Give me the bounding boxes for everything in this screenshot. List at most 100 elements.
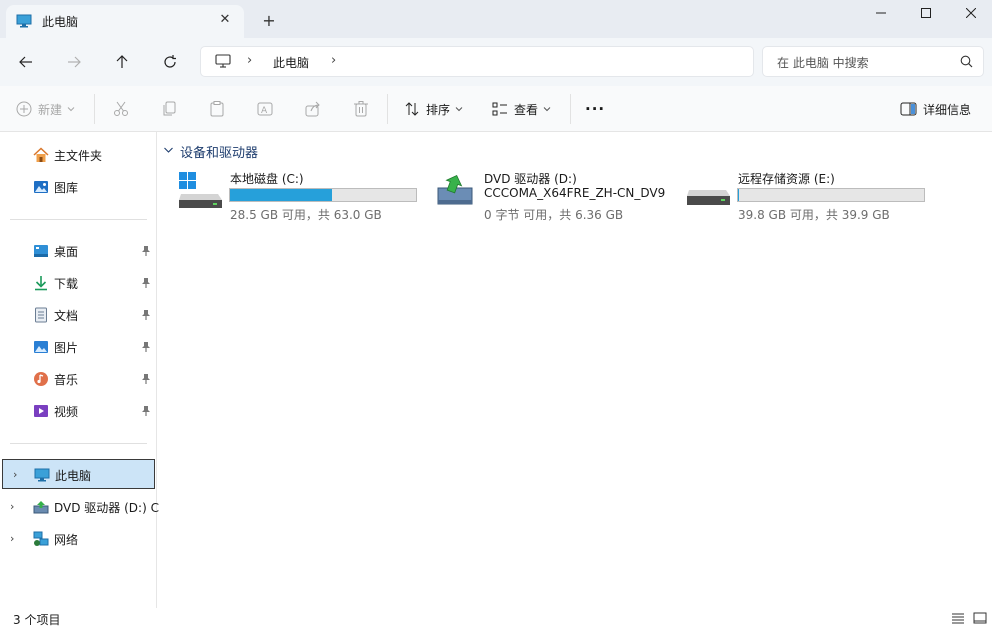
maximize-button[interactable] [903, 0, 949, 26]
pin-icon[interactable] [141, 405, 151, 417]
search-icon [960, 55, 973, 68]
sidebar-item-label: 图库 [54, 181, 79, 195]
chevron-right-icon[interactable]: › [13, 468, 17, 481]
sidebar-item-label: 图片 [54, 341, 79, 355]
music-icon [34, 372, 48, 386]
sort-icon [405, 102, 419, 116]
monitor-icon [16, 14, 32, 28]
new-button[interactable]: 新建 [16, 98, 76, 120]
details-label: 详细信息 [923, 102, 972, 117]
refresh-button[interactable] [157, 50, 183, 74]
sidebar-item-label: 视频 [54, 405, 79, 419]
navigation-bar: › 此电脑 › 在 此电脑 中搜索 [0, 38, 992, 86]
command-bar: 新建 A 排序 查看 ··· 详细信息 [0, 86, 992, 132]
sort-button[interactable]: 排序 [404, 98, 464, 120]
trash-icon [354, 101, 368, 117]
refresh-icon [164, 55, 176, 68]
windows-drive-icon [179, 172, 222, 208]
drive-c[interactable]: 本地磁盘 (C:) 28.5 GB 可用，共 63.0 GB [178, 168, 428, 224]
close-tab-button[interactable]: ✕ [216, 11, 234, 29]
search-box[interactable]: 在 此电脑 中搜索 [762, 46, 984, 77]
sidebar-item-downloads[interactable]: 下载 [0, 268, 157, 298]
pictures-icon [34, 341, 48, 353]
pin-icon[interactable] [141, 245, 151, 257]
network-icon [33, 531, 49, 546]
rename-button[interactable]: A [256, 98, 274, 120]
plus-circle-icon [16, 101, 32, 117]
minimize-button[interactable] [858, 0, 904, 26]
new-tab-button[interactable]: + [258, 10, 280, 32]
drive-volume-label: CCCOMA_X64FRE_ZH-CN_DV9 [484, 186, 666, 200]
clipboard-icon [210, 101, 224, 117]
share-button[interactable] [304, 98, 322, 120]
divider [10, 219, 147, 220]
details-view-icon[interactable] [950, 611, 966, 625]
drive-usage-fill [230, 189, 332, 201]
drive-space-info: 28.5 GB 可用，共 63.0 GB [230, 208, 382, 222]
pin-icon[interactable] [141, 277, 151, 289]
forward-button[interactable] [61, 50, 87, 74]
sidebar-item-label: 此电脑 [55, 469, 92, 483]
arrow-left-icon [19, 56, 32, 68]
drive-name: 本地磁盘 (C:) [230, 172, 304, 186]
pin-icon[interactable] [141, 309, 151, 321]
more-options-button[interactable]: ··· [585, 98, 605, 120]
documents-icon [35, 307, 47, 323]
sidebar-item-home[interactable]: 主文件夹 [0, 140, 157, 170]
breadcrumb-chevron-icon[interactable]: › [247, 53, 252, 68]
chevron-down-icon [164, 147, 173, 153]
sidebar-item-label: 音乐 [54, 373, 79, 387]
sidebar-item-gallery[interactable]: 图库 [0, 172, 157, 202]
drive-space-info: 39.8 GB 可用，共 39.9 GB [738, 208, 890, 222]
drive-e[interactable]: 远程存储资源 (E:) 39.8 GB 可用，共 39.9 GB [686, 168, 936, 224]
sidebar-item-this-pc[interactable]: › 此电脑 [2, 459, 155, 489]
sidebar-item-desktop[interactable]: 桌面 [0, 236, 157, 266]
minimize-icon [876, 12, 886, 14]
close-window-button[interactable] [948, 0, 992, 26]
breadcrumb-chevron-icon[interactable]: › [331, 53, 336, 68]
view-button[interactable]: 查看 [492, 98, 552, 120]
chevron-right-icon[interactable]: › [10, 532, 14, 545]
details-pane-icon [900, 102, 917, 116]
chevron-right-icon[interactable]: › [10, 500, 14, 513]
pin-icon[interactable] [141, 373, 151, 385]
this-pc-icon [34, 468, 50, 482]
drive-space-info: 0 字节 可用，共 6.36 GB [484, 208, 624, 222]
paste-button[interactable] [208, 98, 226, 120]
divider [94, 94, 95, 124]
cut-button[interactable] [112, 98, 130, 120]
chevron-down-icon [543, 107, 551, 112]
arrow-right-icon [68, 56, 81, 68]
large-icons-view-icon[interactable] [972, 611, 988, 625]
chevron-down-icon [455, 107, 463, 112]
sidebar-item-videos[interactable]: 视频 [0, 396, 157, 426]
sidebar-item-dvd-drive[interactable]: › DVD 驱动器 (D:) C [0, 492, 159, 522]
divider [570, 94, 571, 124]
view-label: 查看 [514, 102, 539, 117]
desktop-icon [34, 245, 48, 257]
search-placeholder: 在 此电脑 中搜索 [777, 56, 869, 70]
address-bar[interactable]: › 此电脑 › [200, 46, 754, 77]
sidebar-item-label: 下载 [54, 277, 79, 291]
back-button[interactable] [13, 50, 39, 74]
drive-name: DVD 驱动器 (D:) [484, 172, 577, 186]
tab-this-pc[interactable]: 此电脑 ✕ [6, 5, 244, 38]
sidebar-item-pictures[interactable]: 图片 [0, 332, 157, 362]
breadcrumb-this-pc[interactable]: 此电脑 [273, 54, 309, 71]
sidebar-item-documents[interactable]: 文档 [0, 300, 157, 330]
close-icon [966, 8, 976, 18]
details-pane-button[interactable]: 详细信息 [900, 98, 971, 120]
dvd-drive-icon [33, 501, 49, 514]
chevron-down-icon [67, 107, 75, 112]
up-button[interactable] [109, 50, 135, 74]
navigation-pane: 主文件夹 图库 桌面 下载 文档 图片 音乐 视频 › 此电脑 › DVD 驱动… [0, 132, 159, 608]
sidebar-item-network[interactable]: › 网络 [0, 524, 157, 554]
sort-label: 排序 [426, 102, 451, 117]
pin-icon[interactable] [141, 341, 151, 353]
sidebar-item-music[interactable]: 音乐 [0, 364, 157, 394]
gallery-icon [34, 181, 48, 193]
drive-d[interactable]: DVD 驱动器 (D:) CCCOMA_X64FRE_ZH-CN_DV9 0 字… [436, 168, 676, 224]
copy-button[interactable] [160, 98, 178, 120]
delete-button[interactable] [352, 98, 370, 120]
status-bar: 3 个项目 [0, 608, 992, 628]
